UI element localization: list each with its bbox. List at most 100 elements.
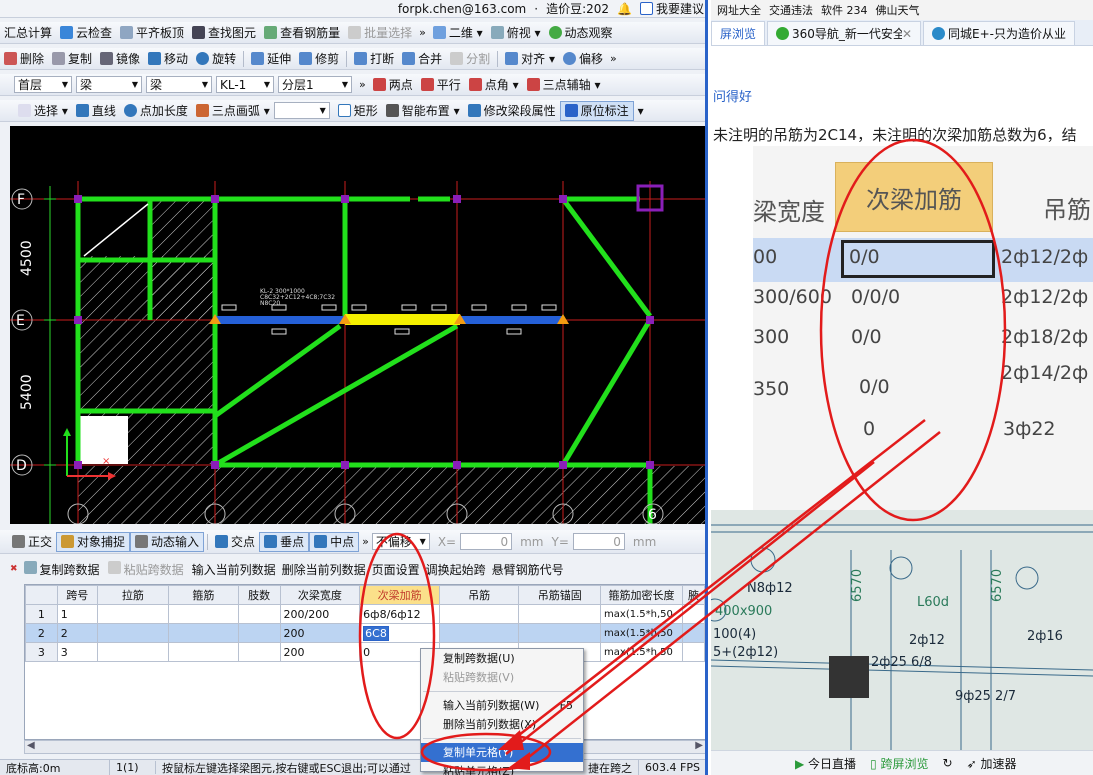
col-header-highlighted[interactable]: 次梁加筋 [359,585,440,605]
extend-button[interactable]: 延伸 [247,49,295,69]
bookmark-item[interactable]: 佛山天气 [876,2,920,18]
cell-span[interactable]: 2 [56,623,98,643]
col-header[interactable]: 腋 [681,585,705,605]
row-number[interactable]: 3 [25,642,58,662]
more-dropdown[interactable]: ▾ [634,101,648,121]
cell-legs[interactable] [237,642,281,662]
align-dropdown[interactable]: 对齐 ▾ [501,49,559,69]
cell-tie[interactable] [96,642,170,662]
scroll-left-icon[interactable]: ◀ [27,740,35,751]
three-point-aux-dropdown[interactable]: 三点辅轴 ▾ [523,75,605,95]
cell-tie[interactable] [96,604,170,624]
three-point-arc-dropdown[interactable]: 三点画弧 ▾ [192,101,274,121]
question-title[interactable]: 问得好 [713,86,752,105]
cantilever-code-button[interactable]: 悬臂钢筋代号 [492,561,564,578]
find-element-button[interactable]: 查找图元 [188,23,260,43]
swap-start-span-button[interactable]: 调换起始跨 [426,561,486,578]
cell-dense[interactable]: max(1.5*h,50 [600,604,683,624]
cell-tie[interactable] [96,623,170,643]
two-point-axis-button[interactable]: 两点 [369,75,417,95]
offset-mode-select[interactable]: 不偏移 ▼ [371,533,430,550]
merge-button[interactable]: 合并 [398,49,446,69]
parallel-axis-button[interactable]: 平行 [417,75,465,95]
cross-screen-button[interactable]: ▯ 跨屏浏览 [870,755,928,772]
more-chevron-icon[interactable]: » [356,78,369,91]
midpoint-snap-toggle[interactable]: 中点 [309,531,360,552]
delete-column-button[interactable]: 删除当前列数据 [282,561,366,578]
row-number[interactable]: 1 [25,604,58,624]
y-coord-input[interactable]: 0 [572,533,625,550]
cell-stirrup[interactable] [168,642,239,662]
span-data-grid[interactable]: 跨号 拉筋 箍筋 肢数 次梁宽度 次梁加筋 吊筋 吊筋锚固 箍筋加密长度 腋 1… [24,584,705,740]
table-row[interactable]: 1 1 200/200 6ф8/6ф12 max(1.5*h,50 [25,604,705,624]
bookmark-item[interactable]: 软件 234 [821,2,868,18]
close-panel-icon[interactable]: ✖ [10,564,18,574]
menu-paste-span[interactable]: 粘贴跨数据(V) [421,668,583,687]
cell-anchor[interactable] [518,604,602,624]
split-button[interactable]: 分割 [446,49,494,69]
copy-span-data-button[interactable]: 复制跨数据 [23,560,100,578]
col-header[interactable]: 箍筋加密长度 [600,585,683,605]
cell-hang[interactable] [438,604,520,624]
col-header[interactable]: 箍筋 [168,585,239,605]
point-length-button[interactable]: 点加长度 [120,101,192,121]
page-setup-button[interactable]: 页面设置 [372,561,420,578]
close-icon[interactable]: ✕ [902,27,912,41]
col-header[interactable]: 肢数 [237,585,281,605]
menu-copy-span[interactable]: 复制跨数据(U) [421,649,583,668]
element-type-select[interactable]: 梁 ▼ [76,76,142,93]
origin-mark-button[interactable]: 原位标注 [559,100,634,121]
bell-icon[interactable]: 🔔 [613,0,636,17]
cell-dense[interactable]: max(1.5*h,50 [600,642,683,662]
cell-yi[interactable] [681,623,705,643]
refresh-icon[interactable]: ↻ [943,756,953,770]
cell-width[interactable]: 200 [279,642,361,662]
break-button[interactable]: 打断 [350,49,398,69]
cell-yi[interactable] [681,604,705,624]
tab-360-nav[interactable]: 360导航_新一代安全 ✕ [767,21,922,45]
cell-span[interactable]: 1 [56,604,98,624]
select-dropdown[interactable]: 选择 ▾ [14,101,72,121]
cell-hang[interactable] [438,623,520,643]
cloud-check-button[interactable]: 云检查 [56,23,116,43]
cell-edit-input[interactable]: 6C8 [363,625,389,641]
align-slab-top-button[interactable]: 平齐板顶 [116,23,188,43]
copy-button[interactable]: 复制 [48,49,96,69]
col-header[interactable]: 吊筋 [438,585,520,605]
tab-cross-screen[interactable]: 屏浏览 [711,21,766,45]
view-2d-dropdown[interactable]: 二维 ▾ [429,23,487,43]
trim-button[interactable]: 修剪 [295,49,343,69]
scroll-right-icon[interactable]: ▶ [695,740,703,751]
delete-button[interactable]: 删除 [0,49,48,69]
horizontal-scrollbar[interactable]: ◀ ▶ [24,740,705,754]
paste-span-data-button[interactable]: 粘贴跨数据 [107,560,184,578]
menu-delete-column[interactable]: 删除当前列数据(X) [421,715,583,734]
batch-select-button[interactable]: 批量选择 [344,23,416,43]
modify-span-button[interactable]: 修改梁段属性 [464,101,560,121]
cell-legs[interactable] [237,623,281,643]
smart-layout-dropdown[interactable]: 智能布置 ▾ [382,101,464,121]
rotate-button[interactable]: 旋转 [192,49,240,69]
cell-additional[interactable]: 6ф8/6ф12 [359,604,440,624]
row-number[interactable]: 2 [25,623,58,643]
shape-select[interactable]: ▼ [273,102,330,119]
col-header[interactable]: 吊筋锚固 [518,585,602,605]
floor-select[interactable]: 首层 ▼ [14,76,72,93]
bookmark-item[interactable]: 网址大全 [717,2,761,18]
rectangle-button[interactable]: 矩形 [334,101,382,121]
mirror-button[interactable]: 镜像 [96,49,144,69]
suggest-button[interactable]: 我要建议 [636,0,705,17]
cad-canvas[interactable]: KL-2 300*1000 C8C32+2C12+4C8;7C32 N8C20 … [10,126,705,524]
accelerator-button[interactable]: ➶ 加速器 [967,755,1017,772]
cell-stirrup[interactable] [168,623,239,643]
line-button[interactable]: 直线 [72,101,120,121]
layer-select[interactable]: 分层1 ▼ [278,76,352,93]
ortho-toggle[interactable]: 正交 [8,532,56,552]
cell-stirrup[interactable] [168,604,239,624]
element-subtype-select[interactable]: 梁 ▼ [146,76,212,93]
cell-dense[interactable]: max(1.5*h,50 [600,623,683,643]
perpendicular-snap-toggle[interactable]: 垂点 [259,531,310,552]
live-button[interactable]: ▶ 今日直播 [795,755,856,772]
menu-input-column[interactable]: 输入当前列数据(W) F5 [421,696,583,715]
more-chevron-icon[interactable]: » [416,26,429,39]
